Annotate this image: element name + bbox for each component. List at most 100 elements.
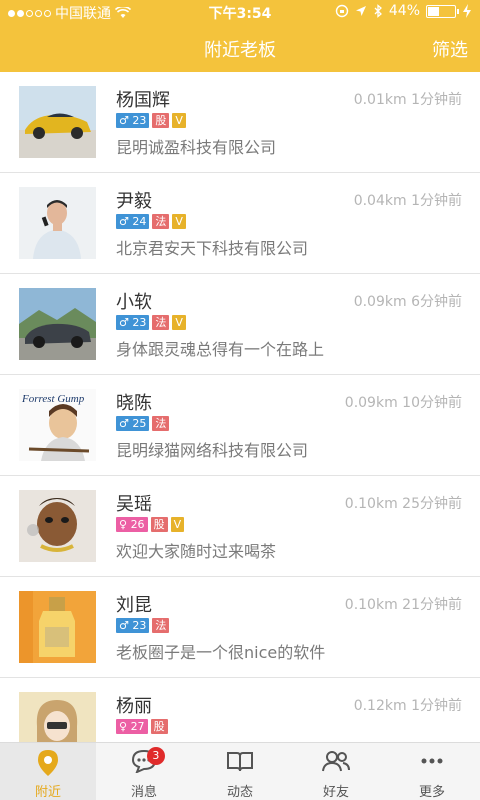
distance: 0.12km bbox=[353, 698, 407, 714]
badge-row: ♂ 23 法 V bbox=[116, 315, 186, 330]
avatar bbox=[19, 187, 96, 259]
list-item[interactable]: Forrest Gump 晓陈 ♂ 25 法 0.09km 10分钟前 昆明绿猫… bbox=[0, 375, 480, 476]
company-text: 身体跟灵魂总得有一个在路上 bbox=[116, 340, 325, 359]
gender-age-badge: ♂ 24 bbox=[116, 214, 150, 229]
tab-messages[interactable]: 3 消息 bbox=[96, 743, 192, 800]
verified-badge: V bbox=[172, 315, 186, 330]
user-name: 吴瑶 bbox=[116, 494, 152, 515]
distance: 0.04km bbox=[353, 193, 407, 209]
verified-badge: V bbox=[170, 517, 185, 532]
tag-badge: 股 bbox=[150, 517, 168, 532]
gender-age-badge: ♀ 27 bbox=[116, 719, 148, 734]
badge-row: ♂ 25 法 bbox=[116, 416, 170, 431]
gender-age-badge: ♂ 23 bbox=[116, 113, 150, 128]
tab-friends[interactable]: 好友 bbox=[288, 743, 384, 800]
distance-time: 0.12km 1分钟前 bbox=[354, 695, 462, 715]
time-ago: 1分钟前 bbox=[411, 92, 462, 108]
distance-time: 0.09km 10分钟前 bbox=[345, 392, 462, 412]
list-item[interactable]: 尹毅 ♂ 24 法 V 0.04km 1分钟前 北京君安天下科技有限公司 bbox=[0, 173, 480, 274]
distance-time: 0.04km 1分钟前 bbox=[354, 190, 462, 210]
avatar bbox=[19, 692, 96, 742]
user-name: 小软 bbox=[116, 292, 152, 313]
distance: 0.09km bbox=[344, 395, 398, 411]
company-text: 昆明绿猫网络科技有限公司 bbox=[116, 441, 309, 460]
location-arrow-icon bbox=[355, 6, 366, 16]
gender-symbol: ♂ bbox=[119, 114, 129, 127]
user-name: 晓陈 bbox=[116, 393, 152, 414]
verified-badge: V bbox=[172, 214, 186, 229]
gender-age-badge: ♂ 25 bbox=[116, 416, 150, 431]
gender-age-badge: ♀ 26 bbox=[116, 517, 148, 532]
time-ago: 1分钟前 bbox=[411, 193, 462, 209]
unread-count-badge: 3 bbox=[146, 747, 165, 765]
gender-symbol: ♂ bbox=[119, 417, 129, 430]
age-value: 26 bbox=[130, 518, 145, 531]
list-item[interactable]: 杨国辉 ♂ 23 股 V 0.01km 1分钟前 昆明诚盈科技有限公司 bbox=[0, 72, 480, 173]
list-item[interactable]: 吴瑶 ♀ 26 股 V 0.10km 25分钟前 欢迎大家随时过来喝茶 bbox=[0, 476, 480, 577]
battery-percentage: 44% bbox=[388, 3, 420, 19]
bluetooth-icon bbox=[374, 4, 382, 18]
distance: 0.10km bbox=[344, 597, 398, 613]
rotation-lock-icon bbox=[335, 4, 349, 18]
tag-badge: 法 bbox=[152, 416, 170, 431]
age-value: 23 bbox=[132, 316, 147, 329]
distance: 0.01km bbox=[353, 92, 407, 108]
tag-badge: 股 bbox=[150, 719, 168, 734]
distance-time: 0.10km 25分钟前 bbox=[345, 493, 462, 513]
list-item[interactable]: 刘昆 ♂ 23 法 0.10km 21分钟前 老板圈子是一个很nice的软件 bbox=[0, 577, 480, 678]
gender-symbol: ♂ bbox=[119, 619, 129, 632]
age-value: 25 bbox=[132, 417, 147, 430]
time-ago: 6分钟前 bbox=[411, 294, 462, 310]
user-name: 杨国辉 bbox=[116, 90, 170, 111]
avatar: Forrest Gump bbox=[19, 389, 96, 461]
age-value: 24 bbox=[132, 215, 147, 228]
location-pin-icon bbox=[38, 750, 58, 776]
tab-label: 消息 bbox=[130, 785, 157, 800]
age-value: 23 bbox=[132, 619, 147, 632]
bottom-tab-bar: 附近 3 消息 动态 好友 更多 bbox=[0, 742, 480, 800]
company-text: 北京君安天下科技有限公司 bbox=[116, 239, 309, 258]
distance-time: 0.09km 6分钟前 bbox=[354, 291, 462, 311]
tab-label: 附近 bbox=[34, 785, 61, 800]
time-ago: 10分钟前 bbox=[402, 395, 462, 411]
avatar-caption: Forrest Gump bbox=[21, 393, 85, 405]
more-icon bbox=[421, 758, 443, 764]
tag-badge: 法 bbox=[152, 618, 170, 633]
age-value: 27 bbox=[130, 720, 145, 733]
tab-more[interactable]: 更多 bbox=[384, 743, 480, 800]
time-ago: 25分钟前 bbox=[402, 496, 462, 512]
avatar bbox=[19, 86, 96, 158]
gender-age-badge: ♂ 23 bbox=[116, 315, 150, 330]
list-item[interactable]: 杨丽 ♀ 27 股 0.12km 1分钟前 bbox=[0, 678, 480, 742]
charging-icon bbox=[463, 4, 471, 18]
age-value: 23 bbox=[132, 114, 147, 127]
tab-label: 更多 bbox=[418, 785, 445, 800]
company-text: 昆明诚盈科技有限公司 bbox=[116, 138, 277, 157]
battery-icon bbox=[426, 4, 459, 18]
gender-symbol: ♀ bbox=[119, 720, 128, 733]
list-item[interactable]: 小软 ♂ 23 法 V 0.09km 6分钟前 身体跟灵魂总得有一个在路上 bbox=[0, 274, 480, 375]
status-bar: 中国联通 下午3:54 44% bbox=[0, 0, 480, 24]
avatar bbox=[19, 591, 96, 663]
tab-nearby[interactable]: 附近 bbox=[0, 743, 96, 800]
friends-icon bbox=[322, 751, 350, 772]
tab-feed[interactable]: 动态 bbox=[192, 743, 288, 800]
distance-time: 0.01km 1分钟前 bbox=[354, 89, 462, 109]
avatar bbox=[19, 288, 96, 360]
verified-badge: V bbox=[172, 113, 186, 128]
status-right: 44% bbox=[335, 3, 472, 19]
time-ago: 21分钟前 bbox=[402, 597, 462, 613]
company-text: 老板圈子是一个很nice的软件 bbox=[116, 643, 326, 662]
user-name: 杨丽 bbox=[116, 696, 152, 717]
tag-badge: 股 bbox=[152, 113, 170, 128]
company-text: 欢迎大家随时过来喝茶 bbox=[116, 542, 277, 561]
badge-row: ♂ 23 股 V bbox=[116, 113, 186, 128]
tab-label: 好友 bbox=[322, 785, 349, 800]
filter-button[interactable]: 筛选 bbox=[432, 36, 468, 62]
avatar bbox=[19, 490, 96, 562]
user-name: 刘昆 bbox=[116, 595, 152, 616]
badge-row: ♀ 27 股 bbox=[116, 719, 168, 734]
gender-symbol: ♂ bbox=[119, 316, 129, 329]
time-ago: 1分钟前 bbox=[411, 698, 462, 714]
top-bar: 中国联通 下午3:54 44% 附近老板 筛选 bbox=[0, 0, 480, 72]
